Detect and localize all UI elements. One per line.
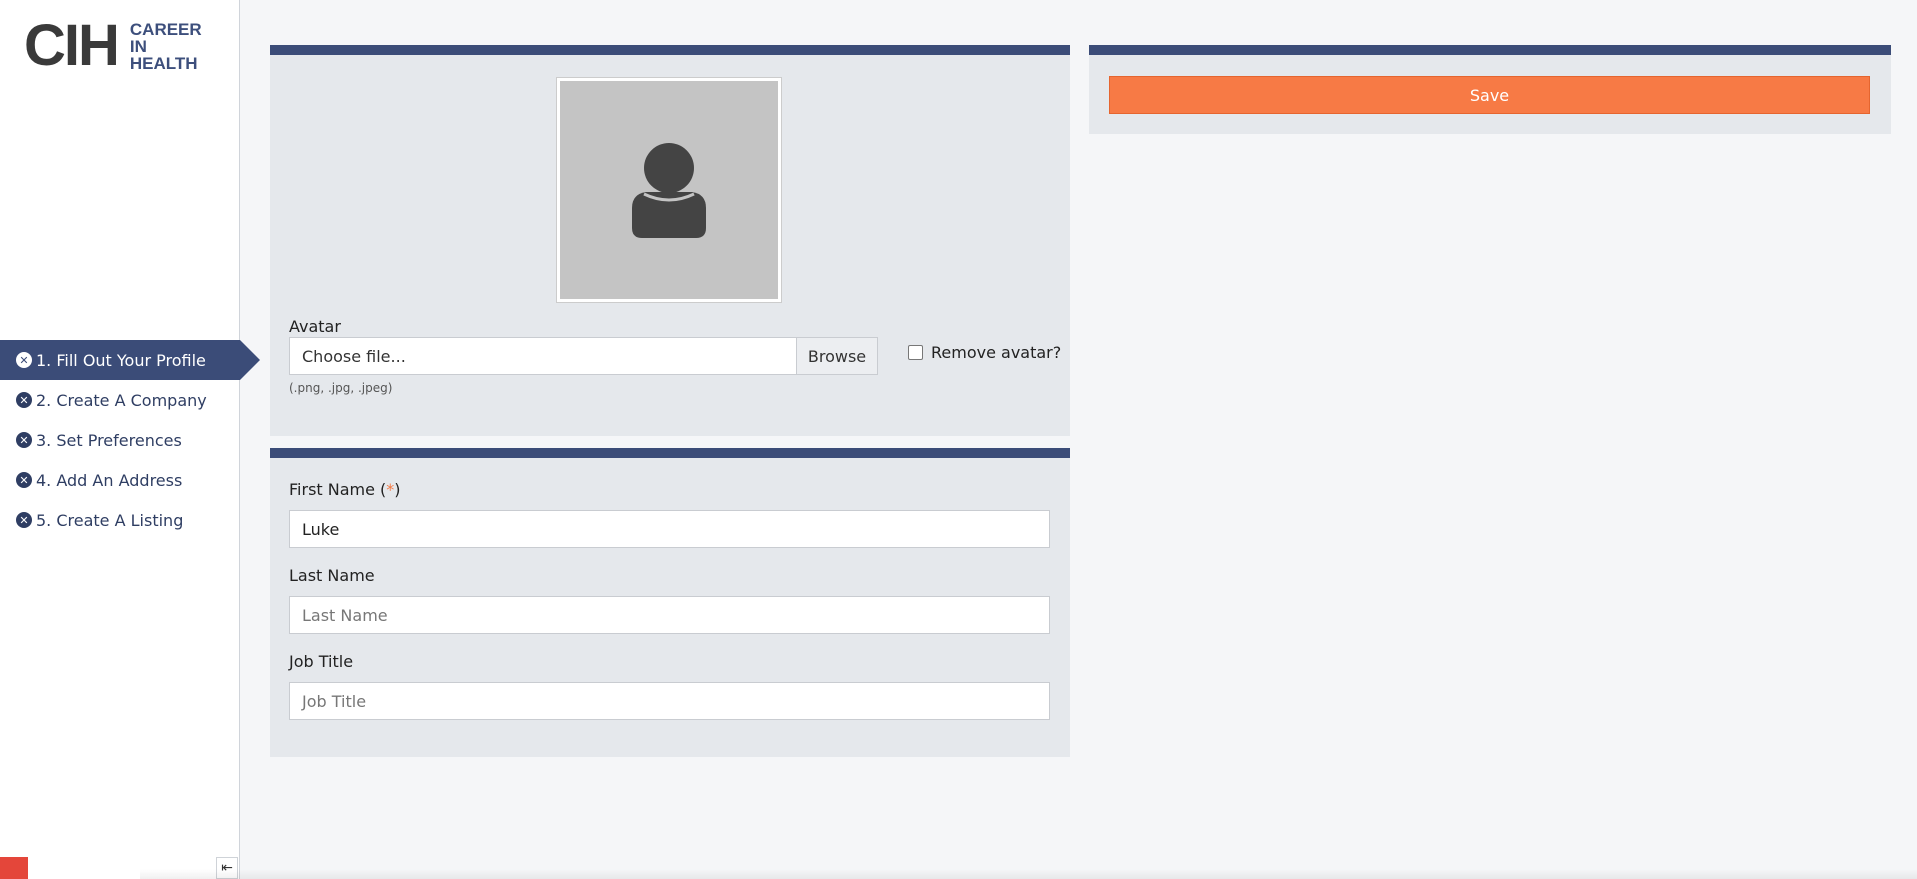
close-circle-icon: ✕	[16, 472, 32, 488]
job-title-label: Job Title	[289, 652, 354, 671]
first-name-label-close: )	[394, 480, 401, 499]
actions-panel: Save	[1089, 45, 1891, 134]
step-label: 5. Create A Listing	[36, 510, 184, 530]
logo-line-1: CAREER	[129, 19, 202, 39]
avatar-label: Avatar	[289, 317, 341, 336]
file-type-hint: (.png, .jpg, .jpeg)	[289, 381, 393, 395]
step-label: 2. Create A Company	[36, 390, 207, 410]
bottom-shadow	[140, 869, 1917, 879]
browse-button[interactable]: Browse	[796, 338, 877, 374]
step-create-listing[interactable]: ✕ 5. Create A Listing	[0, 500, 240, 540]
step-label: 4. Add An Address	[36, 470, 183, 490]
last-name-label: Last Name	[289, 566, 375, 585]
avatar-placeholder	[560, 81, 778, 299]
cih-logo[interactable]: CIH CAREER IN HEALTH	[24, 13, 202, 78]
step-create-company[interactable]: ✕ 2. Create A Company	[0, 380, 240, 420]
remove-avatar-option[interactable]: Remove avatar?	[908, 343, 1061, 362]
onboarding-steps: ✕ 1. Fill Out Your Profile ✕ 2. Create A…	[0, 340, 260, 540]
last-name-field[interactable]: Last Name	[289, 596, 1050, 634]
close-circle-icon: ✕	[16, 352, 32, 368]
remove-avatar-checkbox[interactable]	[908, 345, 923, 360]
sidebar: CIH CAREER IN HEALTH ✕ 1. Fill Out Your …	[0, 0, 260, 879]
avatar-preview	[556, 77, 782, 303]
close-circle-icon: ✕	[16, 512, 32, 528]
avatar-panel: Avatar Choose file... Browse (.png, .jpg…	[270, 45, 1070, 436]
first-name-field[interactable]: Luke	[289, 510, 1050, 548]
file-name-display[interactable]: Choose file...	[290, 338, 796, 374]
logo-mark: CIH	[24, 13, 120, 78]
profile-details-panel: First Name (*) Luke Last Name Last Name …	[270, 448, 1070, 757]
remove-avatar-label: Remove avatar?	[931, 343, 1062, 362]
first-name-label-text: First Name (	[289, 480, 387, 499]
app-corner-icon[interactable]	[0, 857, 28, 879]
job-title-field[interactable]: Job Title	[289, 682, 1050, 720]
close-circle-icon: ✕	[16, 392, 32, 408]
first-name-label: First Name (*)	[289, 480, 401, 499]
logo-line-3: HEALTH	[129, 53, 198, 73]
logo-line-2: IN	[129, 36, 147, 56]
logo-wordmark: CAREER IN HEALTH	[130, 21, 202, 72]
avatar-file-input[interactable]: Choose file... Browse	[289, 337, 878, 375]
step-label: 1. Fill Out Your Profile	[36, 350, 206, 370]
user-icon	[632, 143, 706, 238]
step-label: 3. Set Preferences	[36, 430, 182, 450]
close-circle-icon: ✕	[16, 432, 32, 448]
step-add-address[interactable]: ✕ 4. Add An Address	[0, 460, 240, 500]
step-fill-out-profile[interactable]: ✕ 1. Fill Out Your Profile	[0, 340, 260, 380]
step-set-preferences[interactable]: ✕ 3. Set Preferences	[0, 420, 240, 460]
save-button[interactable]: Save	[1109, 76, 1870, 114]
